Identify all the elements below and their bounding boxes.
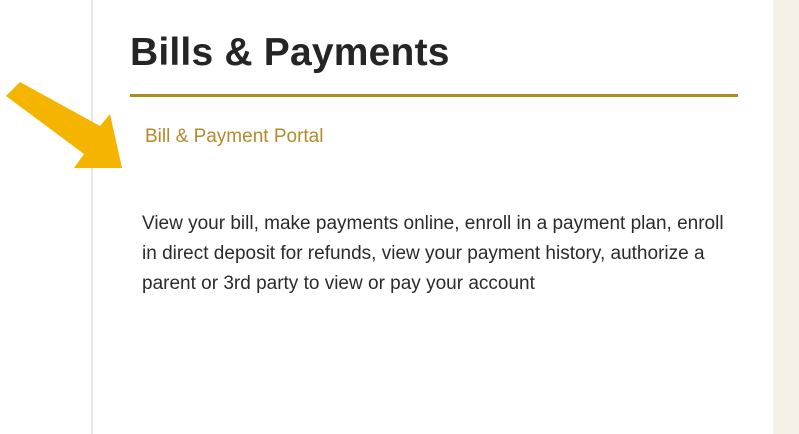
left-divider (91, 0, 93, 434)
title-underline (130, 94, 738, 97)
page-title: Bills & Payments (130, 31, 450, 74)
arrow-right-down-icon (6, 82, 122, 168)
bills-payments-section: Bills & Payments Bill & Payment Portal V… (130, 30, 740, 299)
bill-payment-portal-link[interactable]: Bill & Payment Portal (145, 125, 323, 149)
section-description: View your bill, make payments online, en… (142, 213, 724, 294)
page: Bills & Payments Bill & Payment Portal V… (0, 0, 799, 434)
right-side-panel (773, 0, 799, 434)
